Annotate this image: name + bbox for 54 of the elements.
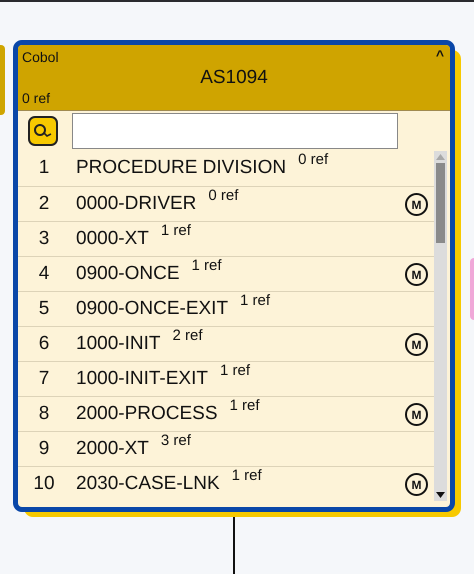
connector-line [233, 516, 235, 574]
node-type-label: Cobol [22, 49, 59, 65]
search-icon [33, 123, 53, 139]
list-row[interactable]: 5 0900-ONCE-EXIT 1 ref [18, 291, 434, 326]
node-title: AS1094 [199, 67, 269, 89]
list-row[interactable]: 8 2000-PROCESS 1 ref M [18, 396, 434, 431]
row-number: 4 [38, 262, 50, 286]
row-refs: 0 ref [208, 188, 238, 204]
row-name: 0900-ONCE [76, 262, 180, 286]
list-row[interactable]: 7 1000-INIT-EXIT 1 ref [18, 361, 434, 396]
list-row[interactable]: 9 2000-XT 3 ref [18, 431, 434, 466]
m-badge: M [405, 473, 428, 496]
scrollbar[interactable] [434, 151, 447, 501]
row-name: 0000-XT [76, 226, 149, 251]
list-row[interactable]: 3 0000-XT 1 ref [18, 221, 434, 256]
row-number: 2 [38, 192, 50, 216]
row-number: 10 [32, 472, 56, 496]
row-refs: 1 ref [232, 468, 262, 484]
m-badge: M [405, 263, 428, 286]
list-row[interactable]: 6 1000-INIT 2 ref M [18, 326, 434, 361]
search-button[interactable] [28, 116, 58, 146]
row-name: 0000-DRIVER [76, 192, 196, 216]
row-refs: 1 ref [192, 258, 222, 274]
row-name: 2000-PROCESS [76, 402, 218, 426]
row-refs: 1 ref [240, 293, 270, 309]
row-number: 9 [38, 436, 50, 461]
row-number: 3 [38, 226, 50, 251]
list-row[interactable]: 4 0900-ONCE 1 ref M [18, 256, 434, 291]
row-name: 0900-ONCE-EXIT [76, 296, 228, 321]
m-badge: M [405, 193, 428, 216]
collapse-button[interactable]: ^ [436, 48, 444, 62]
list-row[interactable]: 1 PROCEDURE DIVISION 0 ref [18, 151, 434, 186]
row-refs: 2 ref [172, 328, 202, 344]
row-name: 2000-XT [76, 436, 149, 461]
node-refs: 0 ref [22, 90, 50, 106]
search-field[interactable] [72, 113, 398, 149]
row-number: 7 [38, 366, 50, 391]
m-badge: M [405, 403, 428, 426]
row-number: 5 [38, 296, 50, 321]
list-row[interactable]: 2 0000-DRIVER 0 ref M [18, 186, 434, 221]
row-refs: 1 ref [230, 398, 260, 414]
row-refs: 0 ref [298, 152, 328, 168]
row-name: 1000-INIT [76, 332, 160, 356]
row-number: 8 [38, 402, 50, 426]
row-number: 6 [38, 332, 50, 356]
list-row[interactable]: 10 2030-CASE-LNK 1 ref M [18, 466, 434, 501]
row-name: PROCEDURE DIVISION [76, 156, 286, 180]
row-refs: 1 ref [220, 363, 250, 379]
row-name: 1000-INIT-EXIT [76, 366, 208, 391]
m-badge: M [405, 333, 428, 356]
row-name: 2030-CASE-LNK [76, 472, 220, 496]
row-refs: 3 ref [160, 433, 191, 449]
row-refs: 1 ref [160, 223, 191, 239]
row-number: 1 [38, 156, 50, 180]
